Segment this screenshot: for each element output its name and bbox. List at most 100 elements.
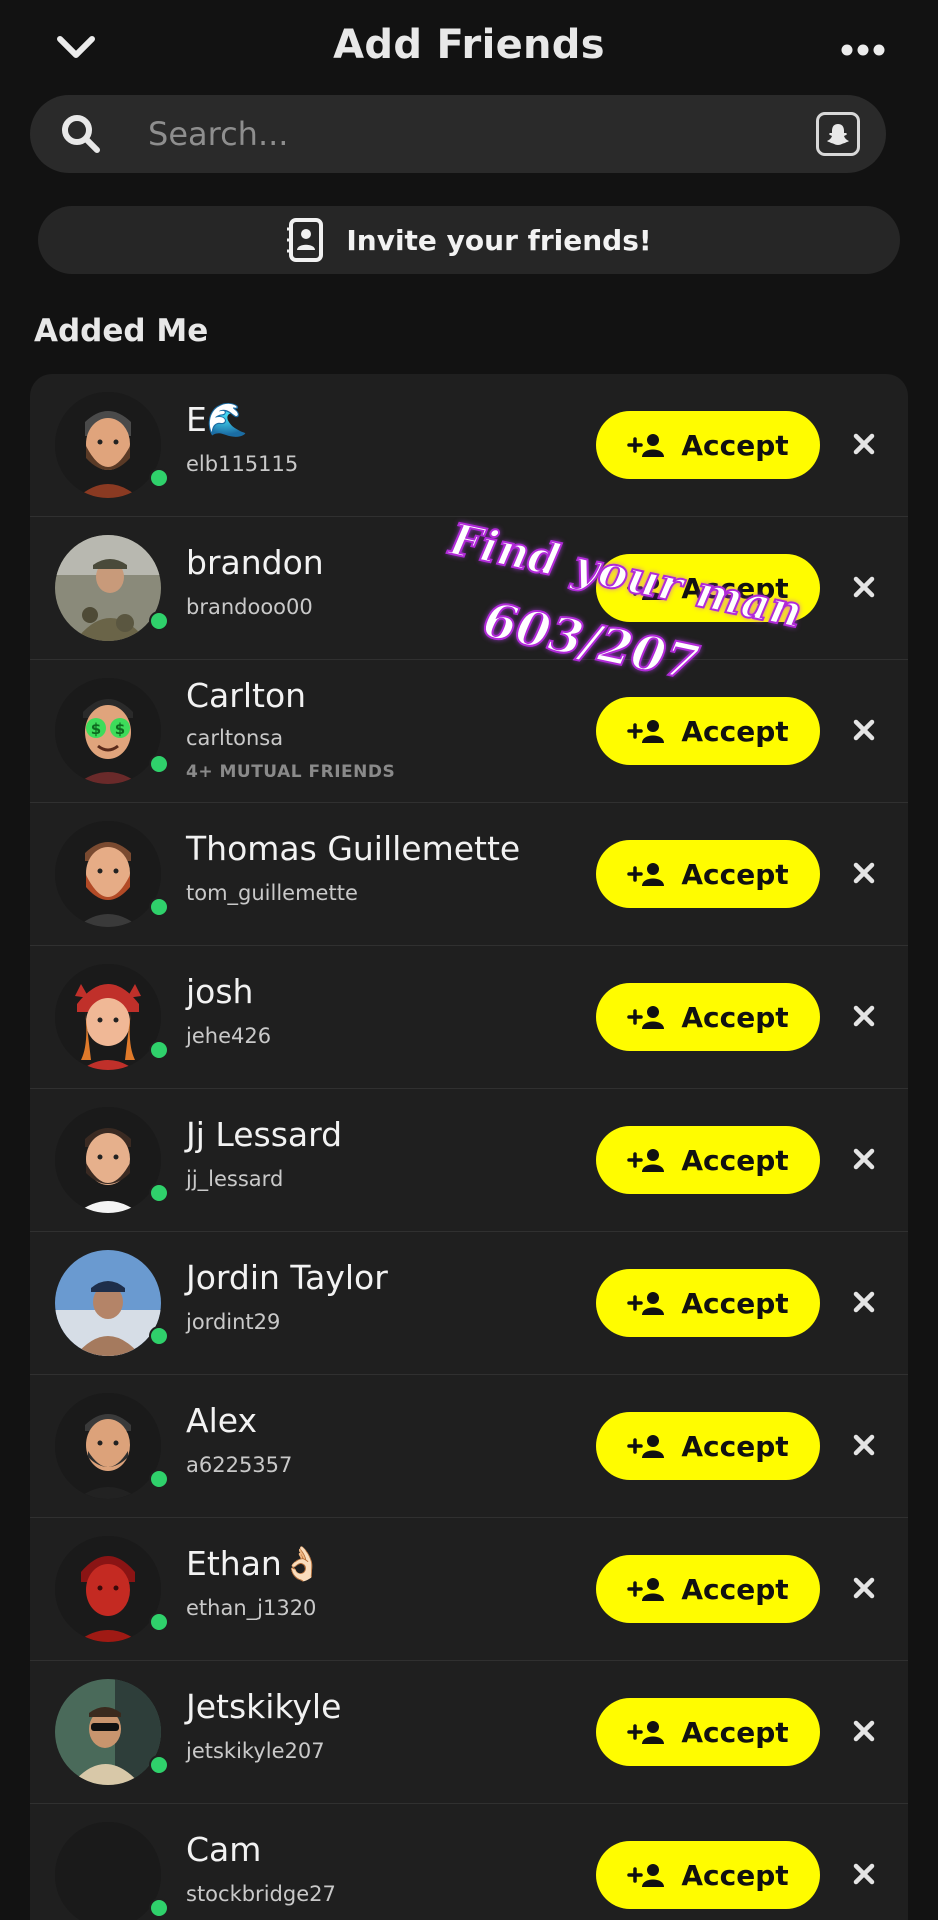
snapcode-icon	[827, 124, 849, 145]
friend-username: jetskikyle207	[186, 1739, 325, 1763]
search-icon	[62, 115, 100, 153]
accept-label: Accept	[681, 1715, 789, 1749]
avatar-container[interactable]: $ $	[55, 678, 169, 788]
avatar-photo-camo-outdoors	[55, 535, 161, 641]
friend-username: jordint29	[186, 1310, 281, 1334]
dismiss-button[interactable]	[844, 996, 884, 1036]
dismiss-button[interactable]	[844, 1425, 884, 1465]
accept-button[interactable]: Accept	[596, 697, 820, 765]
search-input[interactable]	[148, 111, 808, 157]
avatar-bitmoji-dragon-hat	[55, 964, 161, 1070]
accept-button[interactable]: Accept	[596, 1841, 820, 1909]
avatar-container[interactable]	[55, 964, 169, 1074]
avatar-container[interactable]	[55, 1822, 169, 1920]
svg-text:$: $	[115, 720, 125, 738]
dismiss-button[interactable]	[844, 567, 884, 607]
friend-display-name: Jj Lessard	[186, 1115, 343, 1154]
avatar-container[interactable]	[55, 1250, 169, 1360]
friend-request-row: Ethan👌🏻 ethan_j1320 Accept	[30, 1518, 908, 1661]
accept-label: Accept	[681, 1858, 789, 1892]
avatar-bitmoji-bearded-man	[55, 392, 161, 498]
dismiss-button[interactable]	[844, 710, 884, 750]
add-friend-icon	[627, 720, 665, 743]
avatar-photo-sunglasses	[55, 1679, 161, 1785]
close-icon	[853, 1291, 875, 1313]
avatar-container[interactable]	[55, 1679, 169, 1789]
add-friend-icon	[627, 1292, 665, 1315]
accept-button[interactable]: Accept	[596, 1269, 820, 1337]
close-icon	[853, 1863, 875, 1885]
avatar-container[interactable]	[55, 1107, 169, 1217]
friend-display-name: Thomas Guillemette	[186, 829, 521, 868]
avatar-container[interactable]	[55, 392, 169, 502]
avatar-container[interactable]	[55, 1536, 169, 1646]
close-icon	[853, 1434, 875, 1456]
avatar-container[interactable]	[55, 535, 169, 645]
friend-display-name: Carlton	[186, 676, 307, 715]
invite-friends-button[interactable]: Invite your friends!	[38, 206, 900, 274]
avatar-bitmoji-money-eyes: $ $	[55, 678, 161, 784]
friend-request-row: Jetskikyle jetskikyle207 Accept	[30, 1661, 908, 1804]
friend-username: jehe426	[186, 1024, 272, 1048]
accept-label: Accept	[681, 1429, 789, 1463]
online-status-dot	[149, 1898, 169, 1918]
mutual-friends-label: 4+ MUTUAL FRIENDS	[186, 762, 396, 782]
search-bar[interactable]	[30, 95, 886, 173]
accept-label: Accept	[681, 571, 789, 605]
accept-button[interactable]: Accept	[596, 411, 820, 479]
more-options-button[interactable]	[836, 30, 890, 70]
accept-button[interactable]: Accept	[596, 1698, 820, 1766]
friend-display-name: Jordin Taylor	[186, 1258, 388, 1297]
accept-button[interactable]: Accept	[596, 1555, 820, 1623]
avatar-container[interactable]	[55, 1393, 169, 1503]
dismiss-button[interactable]	[844, 1282, 884, 1322]
friend-username: carltonsa	[186, 726, 284, 750]
accept-button[interactable]: Accept	[596, 1412, 820, 1480]
dismiss-button[interactable]	[844, 1568, 884, 1608]
friend-display-name: Ethan👌🏻	[186, 1544, 323, 1583]
avatar-bitmoji-dark-beard	[55, 1107, 161, 1213]
friend-display-name: E🌊	[186, 400, 248, 439]
online-status-dot	[149, 1469, 169, 1489]
avatar-blank-dark	[55, 1822, 161, 1920]
accept-label: Accept	[681, 1572, 789, 1606]
online-status-dot	[149, 611, 169, 631]
close-icon	[853, 862, 875, 884]
close-icon	[853, 1148, 875, 1170]
accept-button[interactable]: Accept	[596, 1126, 820, 1194]
accept-button[interactable]: Accept	[596, 554, 820, 622]
avatar-container[interactable]	[55, 821, 169, 931]
avatar-bitmoji-short-beard	[55, 1393, 161, 1499]
friend-request-row: Cam stockbridge27 Accept	[30, 1804, 908, 1920]
page-title: Add Friends	[333, 22, 605, 68]
friend-display-name: Jetskikyle	[186, 1687, 342, 1726]
add-friend-icon	[627, 1006, 665, 1029]
friend-display-name: josh	[186, 972, 254, 1011]
friend-username: elb115115	[186, 452, 299, 476]
friend-username: stockbridge27	[186, 1882, 336, 1906]
header-bar: Add Friends	[0, 0, 938, 96]
dismiss-button[interactable]	[844, 853, 884, 893]
close-icon	[853, 1005, 875, 1027]
friend-request-row: brandon brandooo00 Accept	[30, 517, 908, 660]
dismiss-button[interactable]	[844, 424, 884, 464]
add-friend-icon	[627, 1721, 665, 1744]
friend-username: ethan_j1320	[186, 1596, 317, 1620]
invite-friends-label: Invite your friends!	[346, 223, 652, 257]
accept-button[interactable]: Accept	[596, 840, 820, 908]
friend-request-row: Alex a6225357 Accept	[30, 1375, 908, 1518]
accept-button[interactable]: Accept	[596, 983, 820, 1051]
friend-request-row: Thomas Guillemette tom_guillemette Accep…	[30, 803, 908, 946]
snapcode-button[interactable]	[816, 112, 860, 156]
dismiss-button[interactable]	[844, 1854, 884, 1894]
dismiss-button[interactable]	[844, 1711, 884, 1751]
svg-text:$: $	[91, 720, 101, 738]
avatar-photo-sky-selfie	[55, 1250, 161, 1356]
dismiss-button[interactable]	[844, 1139, 884, 1179]
friend-request-row: E🌊 elb115115 Accept	[30, 374, 908, 517]
friend-request-row: josh jehe426 Accept	[30, 946, 908, 1089]
add-friend-icon	[627, 1864, 665, 1887]
close-icon	[853, 719, 875, 741]
accept-label: Accept	[681, 1143, 789, 1177]
online-status-dot	[149, 897, 169, 917]
